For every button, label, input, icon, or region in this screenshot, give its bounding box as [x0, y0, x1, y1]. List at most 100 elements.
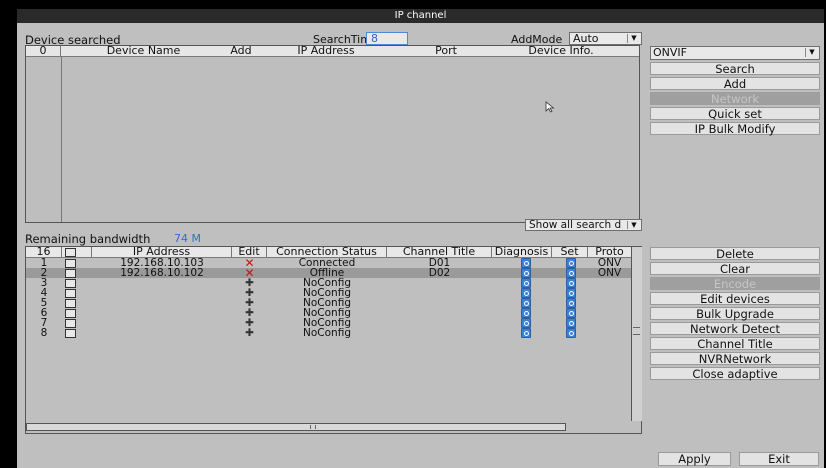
nvrnetwork-button[interactable]: NVRNetwork — [650, 352, 820, 366]
add-button[interactable]: Add — [650, 77, 820, 91]
channel-title — [387, 318, 492, 328]
col-check[interactable] — [62, 247, 92, 257]
add-icon[interactable]: ✚ — [245, 328, 254, 338]
connection-status: NoConfig — [303, 308, 351, 318]
add-icon[interactable]: ✚ — [245, 278, 254, 288]
edit-cell[interactable]: ✚ — [232, 298, 267, 308]
col-total: 16 — [26, 247, 62, 257]
channel-row[interactable]: 3 NoConfig ✚ — [26, 278, 631, 288]
settings-icon[interactable] — [566, 308, 576, 318]
settings-icon[interactable] — [566, 298, 576, 308]
diagnosis-icon[interactable] — [521, 298, 531, 308]
channel-title-button[interactable]: Channel Title — [650, 337, 820, 351]
edit-cell[interactable]: ✕ — [232, 258, 267, 268]
channel-number: 4 — [40, 288, 48, 298]
channel-protocol — [588, 278, 631, 288]
add-mode-select[interactable]: Auto ▼ — [569, 32, 642, 45]
edit-cell[interactable]: ✕ — [232, 268, 267, 278]
show-all-search-select[interactable]: Show all search d ▼ — [525, 219, 642, 231]
channel-table-header: 16 IP Address Edit Connection Status Cha… — [26, 247, 631, 258]
channel-ip — [92, 308, 232, 318]
connection-status: NoConfig — [303, 288, 351, 298]
add-icon[interactable]: ✚ — [245, 288, 254, 298]
channel-protocol — [588, 298, 631, 308]
col-count: 0 — [26, 46, 61, 56]
diagnosis-icon[interactable] — [521, 308, 531, 318]
channel-row[interactable]: 8 NoConfig ✚ — [26, 328, 631, 338]
settings-icon[interactable] — [566, 278, 576, 288]
settings-icon[interactable] — [566, 288, 576, 298]
horizontal-scrollbar[interactable] — [26, 423, 566, 431]
settings-icon[interactable] — [566, 318, 576, 328]
delete-icon[interactable]: ✕ — [244, 258, 254, 268]
connection-status: Offline — [309, 268, 345, 278]
edit-cell[interactable]: ✚ — [232, 288, 267, 298]
diagnosis-icon[interactable] — [521, 278, 531, 288]
row-checkbox[interactable] — [65, 259, 76, 268]
row-checkbox[interactable] — [65, 309, 76, 318]
row-checkbox[interactable] — [65, 329, 76, 338]
encode-button[interactable]: Encode — [650, 277, 820, 291]
edit-devices-button[interactable]: Edit devices — [650, 292, 820, 306]
channel-row[interactable]: 6 NoConfig ✚ — [26, 308, 631, 318]
close-adaptive-button[interactable]: Close adaptive — [650, 367, 820, 381]
settings-icon[interactable] — [566, 328, 576, 338]
network-button[interactable]: Network — [650, 92, 820, 106]
diagnosis-icon[interactable] — [521, 268, 531, 278]
network-detect-button[interactable]: Network Detect — [650, 322, 820, 336]
delete-icon[interactable]: ✕ — [244, 268, 254, 278]
bulk-upgrade-button[interactable]: Bulk Upgrade — [650, 307, 820, 321]
search-time-input[interactable]: 8 — [366, 32, 408, 45]
connection-status: NoConfig — [303, 278, 351, 288]
edit-cell[interactable]: ✚ — [232, 308, 267, 318]
search-button[interactable]: Search — [650, 62, 820, 76]
add-icon[interactable]: ✚ — [245, 308, 254, 318]
channel-table: 16 IP Address Edit Connection Status Cha… — [25, 246, 642, 434]
exit-button[interactable]: Exit — [739, 452, 819, 466]
channel-row[interactable]: 1 192.168.10.103 Connected D01 ONV ✕ — [26, 258, 631, 268]
row-checkbox[interactable] — [65, 319, 76, 328]
ip-bulk-modify-button[interactable]: IP Bulk Modify — [650, 122, 820, 136]
channel-ip: 192.168.10.102 — [120, 268, 204, 278]
col-device-info: Device Info. — [528, 46, 594, 56]
channel-row[interactable]: 7 NoConfig ✚ — [26, 318, 631, 328]
protocol-select[interactable]: ONVIF ▼ — [650, 46, 820, 60]
remaining-bandwidth-label: Remaining bandwidth — [25, 232, 151, 246]
channel-title — [387, 298, 492, 308]
settings-icon[interactable] — [566, 268, 576, 278]
row-checkbox[interactable] — [65, 289, 76, 298]
channel-row[interactable]: 2 192.168.10.102 Offline D02 ONV ✕ — [26, 268, 631, 278]
quick-set-button[interactable]: Quick set — [650, 107, 820, 121]
channel-title — [387, 278, 492, 288]
edit-cell[interactable]: ✚ — [232, 328, 267, 338]
channel-ip: 192.168.10.103 — [120, 258, 204, 268]
diagnosis-icon[interactable] — [521, 258, 531, 268]
vertical-scrollbar[interactable] — [631, 247, 642, 421]
add-icon[interactable]: ✚ — [245, 318, 254, 328]
add-mode-value: Auto — [573, 32, 599, 45]
channel-row[interactable]: 4 NoConfig ✚ — [26, 288, 631, 298]
channel-title: D01 — [428, 258, 451, 268]
row-checkbox[interactable] — [65, 299, 76, 308]
diagnosis-icon[interactable] — [521, 328, 531, 338]
channel-row[interactable]: 5 NoConfig ✚ — [26, 298, 631, 308]
clear-button[interactable]: Clear — [650, 262, 820, 276]
row-checkbox[interactable] — [65, 279, 76, 288]
device-search-list[interactable]: 0 Device Name Add IP Address Port Device… — [25, 45, 640, 223]
apply-button[interactable]: Apply — [658, 452, 731, 466]
edit-cell[interactable]: ✚ — [232, 278, 267, 288]
row-checkbox[interactable] — [65, 269, 76, 278]
channel-title — [387, 288, 492, 298]
chevron-down-icon: ▼ — [805, 48, 818, 57]
channel-number: 6 — [40, 308, 48, 318]
settings-icon[interactable] — [566, 258, 576, 268]
scrollbar-grip[interactable] — [633, 327, 640, 335]
channel-number: 5 — [40, 298, 48, 308]
scrollbar-grip[interactable] — [310, 425, 316, 429]
edit-cell[interactable]: ✚ — [232, 318, 267, 328]
diagnosis-icon[interactable] — [521, 318, 531, 328]
add-icon[interactable]: ✚ — [245, 298, 254, 308]
delete-button[interactable]: Delete — [650, 247, 820, 261]
select-all-checkbox[interactable] — [65, 248, 76, 257]
diagnosis-icon[interactable] — [521, 288, 531, 298]
